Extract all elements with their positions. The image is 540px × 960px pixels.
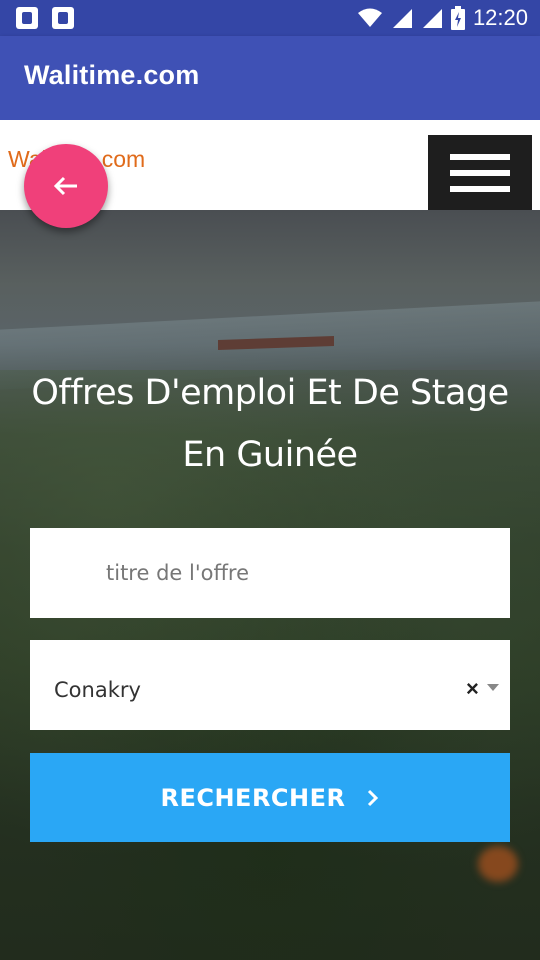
hero-heading-line1: Offres D'emploi Et De Stage [31, 373, 509, 413]
status-bar: 12:20 [0, 0, 540, 36]
app-bar: Walitime.com [0, 36, 540, 120]
clear-icon[interactable]: × [466, 676, 479, 702]
dropdown-caret-icon[interactable] [487, 684, 499, 691]
hero-heading: Offres D'emploi Et De Stage En Guinée [20, 362, 520, 486]
wifi-icon [357, 8, 382, 27]
arrow-left-icon [53, 176, 77, 196]
city-select-value: Conakry [54, 678, 141, 702]
search-button-label: RECHERCHER [160, 783, 346, 812]
notification-icon [52, 7, 74, 29]
menu-icon-bar [450, 154, 510, 160]
menu-icon-bar [450, 186, 510, 192]
signal-icon [392, 9, 412, 28]
status-indicators: 12:20 [357, 0, 528, 36]
hero-section: Offres D'emploi Et De Stage En Guinée Co… [0, 210, 540, 960]
chevron-right-icon [367, 789, 378, 806]
notification-icon [16, 7, 38, 29]
menu-icon-bar [450, 170, 510, 176]
battery-charging-icon [450, 6, 465, 30]
status-notifications [16, 7, 74, 29]
job-title-input[interactable] [30, 528, 510, 618]
status-time: 12:20 [472, 5, 528, 30]
back-fab-button[interactable] [24, 144, 108, 228]
screen: 12:20 Walitime.com Walitime.com Offres D… [0, 0, 540, 960]
hero-heading-line2: En Guinée [182, 435, 358, 475]
search-button[interactable]: RECHERCHER [30, 753, 510, 842]
hamburger-menu-button[interactable] [428, 135, 532, 210]
signal-icon [422, 9, 442, 28]
app-title: Walitime.com [24, 60, 200, 90]
hero-background-flowers [478, 846, 518, 882]
city-select[interactable]: Conakry × [30, 640, 510, 730]
